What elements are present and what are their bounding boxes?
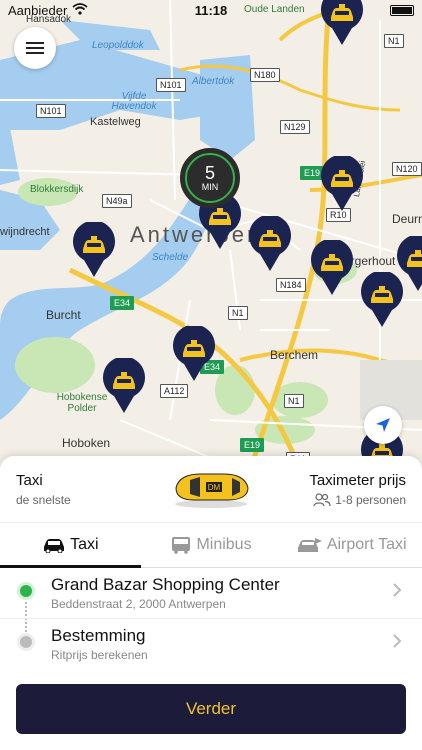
road-badge: E34 bbox=[110, 296, 135, 310]
price-info: Taximeter prijs 1-8 personen bbox=[309, 472, 406, 507]
taxi-car-icon: DM bbox=[170, 466, 252, 515]
map-label-zwijndrecht: wijndrecht bbox=[0, 226, 50, 238]
chevron-right-icon bbox=[393, 583, 402, 597]
locate-me-button[interactable] bbox=[364, 406, 402, 444]
map-label-vijfde-havendok: Vijfde Havendok bbox=[111, 91, 157, 112]
road-badge: N1 bbox=[384, 34, 404, 48]
taxi-pin-icon[interactable] bbox=[310, 238, 354, 296]
road-badge: N120 bbox=[392, 162, 422, 176]
minibus-icon bbox=[172, 537, 191, 554]
car-icon bbox=[44, 539, 65, 553]
svg-text:DM: DM bbox=[208, 483, 221, 492]
users-icon bbox=[313, 493, 331, 507]
tab-minibus[interactable]: Minibus bbox=[141, 523, 282, 567]
destination-dot-icon bbox=[20, 636, 32, 648]
map-label-albertdok: Albertdok bbox=[192, 76, 235, 87]
hamburger-icon bbox=[26, 39, 44, 57]
pickup-row[interactable]: Grand Bazar Shopping Center Beddenstraat… bbox=[0, 568, 422, 618]
taxi-pin-icon[interactable] bbox=[320, 154, 364, 212]
price-title: Taximeter prijs bbox=[309, 472, 406, 489]
map-label-berchem: Berchem bbox=[270, 348, 319, 362]
road-badge: N101 bbox=[36, 104, 66, 118]
eta-badge: 5 MIN bbox=[180, 148, 240, 208]
road-badge: A112 bbox=[160, 384, 189, 398]
booking-sheet: Taxi de snelste DM Taximeter prijs 1-8 p… bbox=[0, 456, 422, 750]
road-badge: N1 bbox=[284, 394, 304, 408]
map-label-kastelweg: Kastelweg bbox=[90, 116, 141, 128]
map-city-label: Antwerpen bbox=[130, 222, 263, 247]
status-time: 11:18 bbox=[194, 3, 228, 18]
chevron-right-icon bbox=[393, 634, 402, 648]
continue-button[interactable]: Verder bbox=[16, 684, 406, 734]
eta-unit: MIN bbox=[201, 182, 219, 192]
service-info: Taxi de snelste bbox=[16, 472, 71, 507]
road-badge: N184 bbox=[276, 278, 306, 292]
map-label-schelde: Schelde bbox=[152, 252, 189, 263]
road-badge: N101 bbox=[156, 78, 186, 92]
service-tabs: Taxi Minibus Airport Taxi bbox=[0, 522, 422, 568]
taxi-pin-icon[interactable] bbox=[248, 214, 292, 272]
tab-airport-taxi-label: Airport Taxi bbox=[326, 536, 407, 553]
service-subtitle: de snelste bbox=[16, 493, 71, 507]
map-label-leopolddok: Leopolddok bbox=[92, 40, 144, 51]
taxi-pin-icon[interactable] bbox=[102, 356, 146, 414]
taxi-pin-icon[interactable] bbox=[172, 324, 216, 382]
tab-taxi-label: Taxi bbox=[70, 536, 99, 553]
eta-value: 5 bbox=[204, 163, 215, 183]
service-title: Taxi bbox=[16, 472, 43, 489]
airport-car-icon bbox=[297, 538, 322, 552]
taxi-pin-icon[interactable] bbox=[396, 234, 422, 292]
route-stops: Grand Bazar Shopping Center Beddenstraat… bbox=[0, 568, 422, 668]
road-badge: N180 bbox=[250, 68, 280, 82]
pickup-title: Grand Bazar Shopping Center bbox=[51, 575, 280, 594]
map-label-burcht: Burcht bbox=[46, 308, 81, 322]
tab-minibus-label: Minibus bbox=[196, 536, 252, 553]
map-view[interactable]: Hansadok Leopolddok Albertdok Vijfde Hav… bbox=[0, 0, 422, 470]
road-badge: N1 bbox=[228, 306, 248, 320]
destination-subtitle: Ritprijs berekenen bbox=[51, 648, 148, 662]
pickup-address: Beddenstraat 2, 2000 Antwerpen bbox=[51, 597, 226, 611]
tab-airport-taxi[interactable]: Airport Taxi bbox=[281, 523, 422, 567]
map-label-hoboken: Hoboken bbox=[62, 436, 111, 450]
taxi-pin-icon[interactable] bbox=[72, 220, 116, 278]
menu-button[interactable] bbox=[14, 27, 56, 69]
destination-title: Bestemming bbox=[51, 626, 146, 645]
road-badge: N129 bbox=[280, 120, 310, 134]
destination-row[interactable]: Bestemming Ritprijs berekenen bbox=[0, 618, 422, 668]
location-arrow-icon bbox=[376, 418, 390, 432]
passenger-count: 1-8 personen bbox=[335, 493, 406, 507]
tab-taxi[interactable]: Taxi bbox=[0, 523, 141, 568]
map-label-deurne: Deurn bbox=[392, 212, 422, 226]
passenger-info: 1-8 personen bbox=[309, 493, 406, 507]
road-badge: N49a bbox=[102, 194, 132, 208]
battery-icon bbox=[390, 5, 414, 16]
map-label-blokkersdijk: Blokkersdijk bbox=[30, 184, 84, 195]
status-bar: Aanbieder 11:18 bbox=[0, 0, 422, 22]
road-badge: E19 bbox=[240, 438, 265, 452]
pickup-dot-icon bbox=[20, 585, 32, 597]
